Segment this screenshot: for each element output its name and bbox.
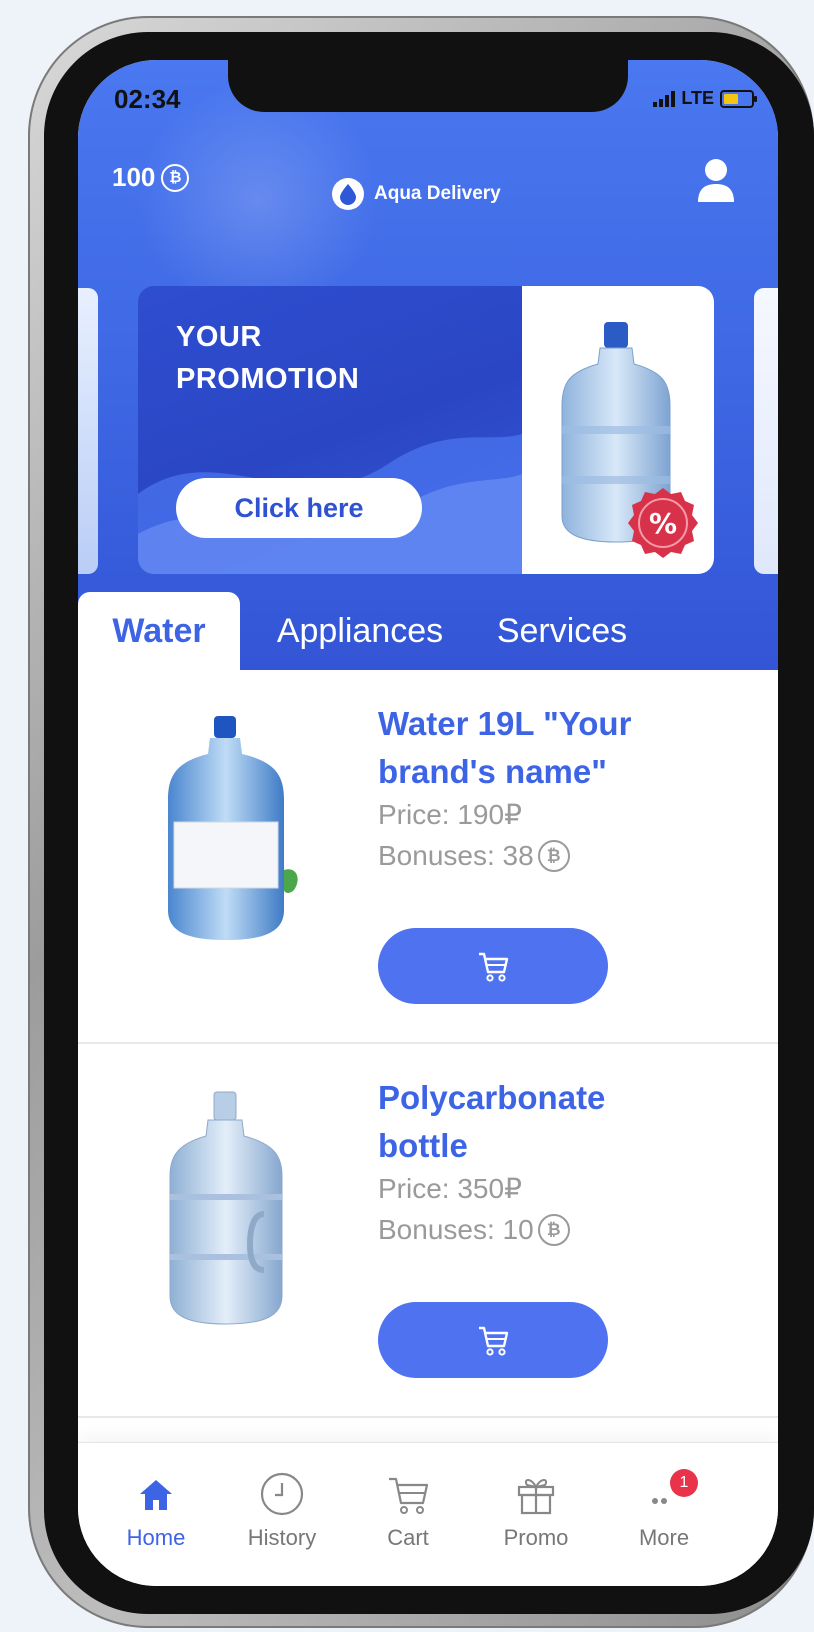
app-name: Aqua Delivery	[374, 183, 501, 204]
home-icon	[106, 1469, 206, 1519]
nav-home[interactable]: Home	[106, 1469, 206, 1551]
device-notch	[228, 60, 628, 112]
bonus-balance[interactable]: 100 ₿	[112, 162, 190, 193]
coin-icon: ₿	[537, 840, 570, 872]
notification-badge: 1	[670, 1469, 698, 1497]
user-profile-icon[interactable]	[696, 158, 736, 209]
cart-icon	[479, 952, 509, 982]
product-bonus-value: Bonuses: 10	[378, 1214, 534, 1245]
status-time: 02:34	[114, 84, 181, 114]
product-list: Water 19L "Your brand's name" Price: 190…	[78, 670, 778, 1418]
product-price: Price: 190₽	[378, 799, 522, 830]
discount-badge: %	[626, 486, 700, 560]
product-name[interactable]: Water 19L "Your brand's name"	[378, 700, 678, 796]
app-brand: Aqua Delivery	[332, 178, 501, 210]
nav-cart[interactable]: Cart	[358, 1469, 458, 1551]
polycarbonate-bottle-image	[146, 1084, 306, 1334]
carousel-prev-card[interactable]	[78, 288, 98, 574]
balance-value: 100	[112, 162, 156, 192]
coin-icon: ₿	[537, 1214, 570, 1246]
cart-icon	[479, 1326, 509, 1356]
nav-more-label: More	[638, 1525, 690, 1550]
nav-cart-label: Cart	[387, 1525, 429, 1550]
nav-home-label: Home	[126, 1525, 186, 1550]
product-item[interactable]: Water 19L "Your brand's name" Price: 190…	[78, 670, 778, 1044]
promo-wave-graphic	[138, 434, 522, 574]
product-price: Price: 350₽	[378, 1173, 522, 1204]
tab-services[interactable]: Services	[480, 592, 644, 670]
gift-icon	[486, 1469, 586, 1519]
tab-water[interactable]: Water	[78, 592, 240, 670]
nav-history-label: History	[247, 1525, 317, 1550]
signal-icon	[653, 90, 676, 107]
water-drop-icon	[332, 178, 364, 210]
bottom-nav: Home History Cart Promo 1 More	[78, 1442, 778, 1586]
promo-title-line1: YOUR	[176, 321, 262, 353]
nav-history[interactable]: History	[232, 1469, 332, 1551]
add-to-cart-button[interactable]	[378, 1302, 608, 1378]
add-to-cart-button[interactable]	[378, 928, 608, 1004]
nav-promo[interactable]: Promo	[486, 1469, 586, 1551]
cart-icon	[358, 1469, 458, 1519]
discount-badge-symbol: %	[649, 507, 677, 540]
promo-bottle-image: %	[522, 286, 714, 574]
product-name[interactable]: Polycarbonate bottle	[378, 1074, 678, 1170]
promo-click-button[interactable]: Click here	[176, 478, 422, 538]
category-tabs: Water Appliances Services	[78, 592, 778, 670]
promo-banner[interactable]: YOUR PROMOTION Click here %	[138, 286, 714, 574]
product-item[interactable]: Polycarbonate bottle Price: 350₽ Bonuses…	[78, 1044, 778, 1418]
clock-icon	[232, 1469, 332, 1519]
product-bonuses: Bonuses: 38 ₿	[378, 840, 570, 872]
network-label: LTE	[681, 88, 714, 108]
product-bonus-value: Bonuses: 38	[378, 840, 534, 871]
product-bonuses: Bonuses: 10 ₿	[378, 1214, 570, 1246]
promo-title: YOUR PROMOTION	[176, 316, 416, 400]
carousel-next-card[interactable]	[754, 288, 778, 574]
status-indicators: LTE	[653, 88, 757, 109]
more-icon: 1	[614, 1469, 714, 1519]
nav-promo-label: Promo	[503, 1525, 569, 1550]
battery-icon	[720, 89, 757, 108]
tab-appliances[interactable]: Appliances	[240, 592, 480, 670]
water-19l-image	[146, 710, 306, 960]
promo-title-line2: PROMOTION	[176, 363, 360, 395]
nav-more[interactable]: 1 More	[614, 1469, 714, 1551]
app-screen: 02:34 LTE 100 ₿ Aqua Delivery YOUR PROMO…	[78, 60, 778, 1586]
coin-icon: ₿	[161, 163, 190, 192]
